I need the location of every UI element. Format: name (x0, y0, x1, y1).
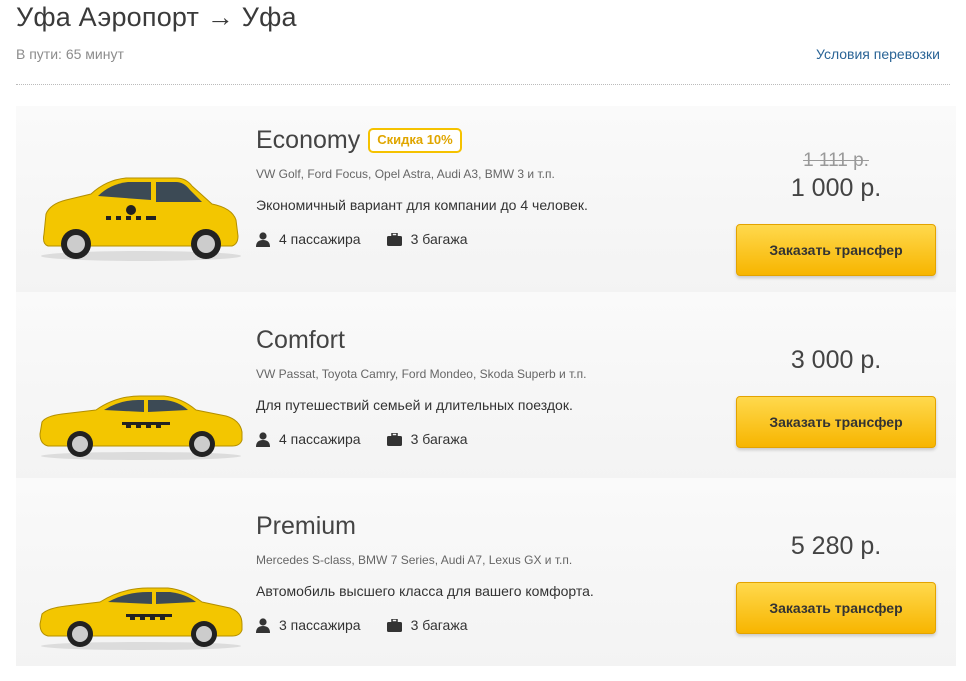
briefcase-icon (386, 232, 402, 246)
sedan-taxi-icon (39, 395, 243, 460)
passengers-spec: 3 пассажира (256, 617, 361, 633)
price: 1 000 р. (790, 174, 882, 202)
old-price: 1 111 р. (803, 150, 869, 171)
passengers-spec: 4 пассажира (256, 231, 361, 247)
luggage-count: 3 багажа (410, 617, 468, 633)
offer-card-comfort: Comfort VW Passat, Toyota Camry, Ford Mo… (16, 292, 956, 482)
passengers-count: 4 пассажира (279, 431, 361, 447)
hatchback-taxi-icon (41, 177, 241, 261)
class-name: Comfort (256, 326, 345, 354)
luggage-spec: 3 багажа (386, 231, 468, 247)
person-icon (256, 231, 270, 247)
trip-duration: В пути: 65 минут (16, 46, 124, 62)
divider (16, 84, 950, 85)
discount-badge: Скидка 10% (368, 128, 462, 153)
price-block: 5 280 р. (736, 532, 936, 561)
premium-taxi-icon (39, 587, 243, 650)
order-transfer-button[interactable]: Заказать трансфер (736, 224, 936, 276)
order-transfer-button[interactable]: Заказать трансфер (736, 582, 936, 634)
briefcase-icon (386, 618, 402, 632)
order-transfer-button[interactable]: Заказать трансфер (736, 396, 936, 448)
luggage-spec: 3 багажа (386, 617, 468, 633)
offer-description: Для путешествий семьей и длительных поез… (256, 397, 573, 413)
price-block: 1 111 р. 1 000 р. (736, 150, 936, 203)
offer-info: Comfort VW Passat, Toyota Camry, Ford Mo… (256, 326, 586, 447)
offer-description: Автомобиль высшего класса для вашего ком… (256, 583, 594, 599)
offer-info: Premium Mercedes S-class, BMW 7 Series, … (256, 512, 594, 633)
luggage-count: 3 багажа (410, 231, 468, 247)
luggage-spec: 3 багажа (386, 431, 468, 447)
passengers-count: 3 пассажира (279, 617, 361, 633)
offer-info: Economy Скидка 10% VW Golf, Ford Focus, … (256, 126, 588, 247)
page-title: Уфа Аэропорт → Уфа (16, 2, 297, 32)
class-name: Economy (256, 126, 361, 154)
price: 5 280 р. (790, 532, 882, 560)
person-icon (256, 431, 270, 447)
person-icon (256, 617, 270, 633)
car-models: Mercedes S-class, BMW 7 Series, Audi A7,… (256, 553, 573, 567)
briefcase-icon (386, 432, 402, 446)
price-block: 3 000 р. (736, 346, 936, 375)
offer-card-economy: Economy Скидка 10% VW Golf, Ford Focus, … (16, 106, 956, 296)
car-models: VW Golf, Ford Focus, Opel Astra, Audi A3… (256, 167, 555, 181)
price: 3 000 р. (790, 346, 882, 374)
passengers-spec: 4 пассажира (256, 431, 361, 447)
luggage-count: 3 багажа (410, 431, 468, 447)
offer-card-premium: Premium Mercedes S-class, BMW 7 Series, … (16, 478, 956, 666)
offer-description: Экономичный вариант для компании до 4 че… (256, 197, 588, 213)
car-models: VW Passat, Toyota Camry, Ford Mondeo, Sk… (256, 367, 587, 381)
terms-link[interactable]: Условия перевозки (816, 46, 940, 62)
passengers-count: 4 пассажира (279, 231, 361, 247)
class-name: Premium (256, 512, 357, 540)
